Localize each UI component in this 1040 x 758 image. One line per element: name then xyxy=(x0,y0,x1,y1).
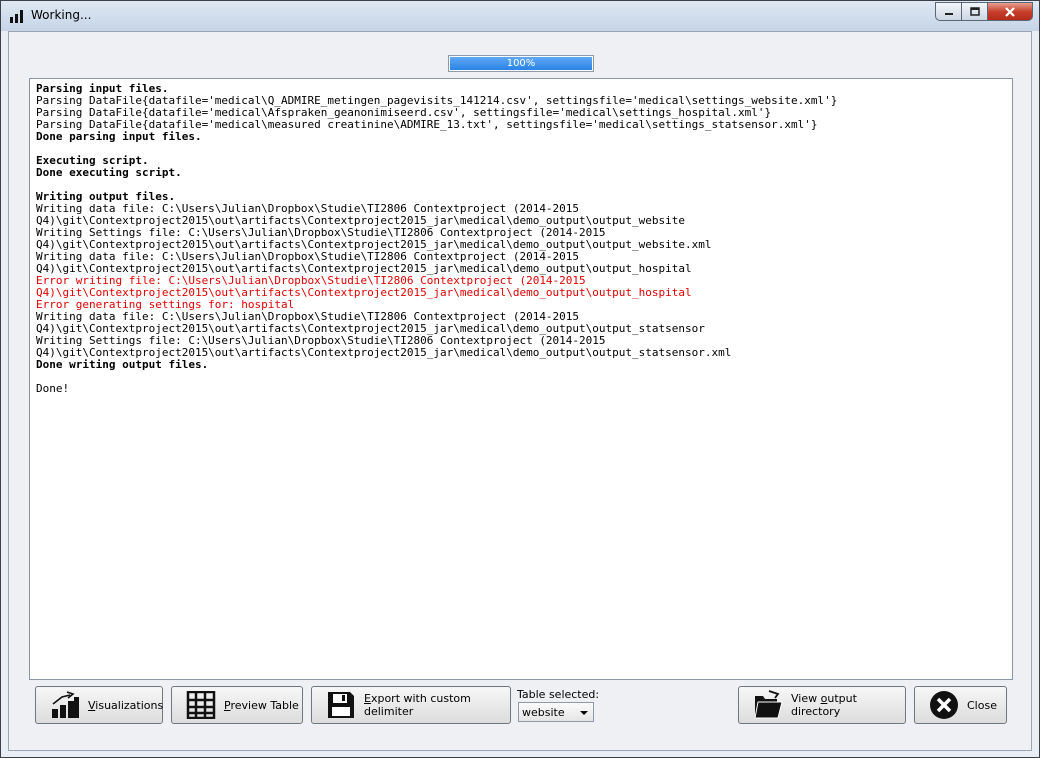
view-output-directory-button[interactable]: View output directory xyxy=(738,686,906,724)
view-output-label: View output directory xyxy=(791,692,857,718)
close-window-button[interactable] xyxy=(988,2,1033,21)
preview-table-label: Preview Table xyxy=(224,698,299,712)
table-select-dropdown[interactable]: website xyxy=(518,702,594,722)
export-custom-delimiter-button[interactable]: Export with custom delimiter xyxy=(311,686,511,724)
progress-label: 100% xyxy=(506,58,536,69)
floppy-disk-icon xyxy=(326,690,356,720)
table-selected-label: Table selected: xyxy=(517,688,600,701)
output-log[interactable]: Parsing input files. Parsing DataFile{dat… xyxy=(29,78,1013,680)
maximize-button[interactable] xyxy=(962,2,988,21)
title-bar[interactable]: Working... xyxy=(1,1,1039,31)
table-grid-icon xyxy=(186,690,216,720)
window-title: Working... xyxy=(31,8,92,22)
progress-bar: 100% xyxy=(448,55,594,72)
close-icon xyxy=(1005,6,1015,17)
working-dialog-window: Working... 100% Parsing input files. Pars… xyxy=(0,0,1040,758)
window-controls xyxy=(935,2,1033,22)
export-label: Export with custom delimiter xyxy=(364,692,471,718)
bar-chart-icon xyxy=(50,690,80,720)
minimize-button[interactable] xyxy=(935,2,962,21)
log-line: Done parsing input files. xyxy=(36,130,202,143)
preview-table-button[interactable]: Preview Table xyxy=(171,686,303,724)
close-circle-icon xyxy=(929,690,959,720)
open-folder-icon xyxy=(753,690,783,720)
log-line: Done writing output files. xyxy=(36,358,209,371)
table-select-value: website xyxy=(522,706,565,719)
visualizations-button[interactable]: Visualizations xyxy=(35,686,163,724)
log-line: Done executing script. xyxy=(36,166,182,179)
visualizations-label: Visualizations xyxy=(88,698,164,712)
chevron-down-icon xyxy=(580,711,588,715)
app-bar-chart-icon xyxy=(10,10,23,23)
minimize-icon xyxy=(944,12,953,15)
close-label: Close xyxy=(967,698,997,712)
maximize-icon xyxy=(969,7,980,16)
close-button[interactable]: Close xyxy=(914,686,1007,724)
log-line: Done! xyxy=(36,382,70,395)
